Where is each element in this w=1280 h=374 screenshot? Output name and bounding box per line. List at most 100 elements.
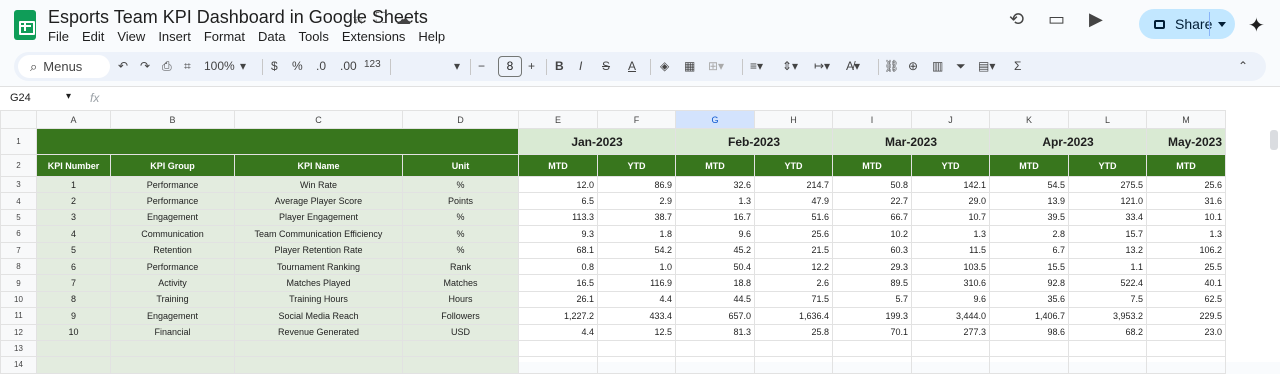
value-cell[interactable]: 1,406.7 bbox=[989, 307, 1069, 325]
collapse-toolbar-icon[interactable]: ⌃ bbox=[1238, 59, 1248, 73]
value-cell[interactable]: 2.6 bbox=[754, 274, 833, 292]
empty-cell[interactable] bbox=[754, 339, 833, 358]
filter-views-icon[interactable]: ▤▾ bbox=[978, 59, 995, 73]
empty-cell[interactable] bbox=[518, 339, 598, 358]
value-cell[interactable]: 32.6 bbox=[675, 175, 755, 194]
align-vertical-icon[interactable]: ⇕▾ bbox=[782, 59, 798, 73]
align-horizontal-icon[interactable]: ≡▾ bbox=[750, 59, 763, 73]
value-cell[interactable]: 89.5 bbox=[832, 274, 912, 292]
value-cell[interactable]: 25.5 bbox=[1146, 257, 1226, 276]
value-cell[interactable]: 214.7 bbox=[754, 175, 833, 194]
header-kpi-group[interactable]: KPI Group bbox=[110, 154, 235, 177]
value-cell[interactable]: 310.6 bbox=[911, 274, 990, 292]
empty-cell[interactable] bbox=[989, 339, 1069, 358]
unit-cell[interactable]: Rank bbox=[402, 257, 519, 276]
empty-cell[interactable] bbox=[234, 339, 403, 358]
kpi-name-cell[interactable]: Matches Played bbox=[234, 274, 403, 292]
value-cell[interactable]: 6.7 bbox=[989, 241, 1069, 259]
font-size-decrease[interactable]: − bbox=[478, 59, 485, 73]
empty-cell[interactable] bbox=[911, 356, 990, 374]
value-cell[interactable]: 54.5 bbox=[989, 175, 1069, 194]
kpi-name-cell[interactable]: Social Media Reach bbox=[234, 307, 403, 325]
kpi-group-cell[interactable]: Engagement bbox=[110, 208, 235, 227]
value-cell[interactable]: 62.5 bbox=[1146, 290, 1226, 309]
value-cell[interactable]: 25.6 bbox=[1146, 175, 1226, 194]
value-cell[interactable]: 92.8 bbox=[989, 274, 1069, 292]
value-cell[interactable]: 86.9 bbox=[597, 175, 676, 194]
empty-cell[interactable] bbox=[1068, 356, 1147, 374]
gemini-icon[interactable]: ✦ bbox=[1248, 13, 1265, 38]
kpi-group-cell[interactable]: Training bbox=[110, 290, 235, 309]
value-cell[interactable]: 68.2 bbox=[1068, 323, 1147, 341]
column-header-d[interactable]: D bbox=[402, 110, 519, 129]
column-header-g[interactable]: G bbox=[675, 110, 755, 129]
value-cell[interactable]: 142.1 bbox=[911, 175, 990, 194]
value-cell[interactable]: 1.3 bbox=[1146, 225, 1226, 243]
percent-button[interactable]: % bbox=[292, 59, 303, 73]
value-cell[interactable]: 13.2 bbox=[1068, 241, 1147, 259]
horizontal-scrollbar[interactable] bbox=[1270, 130, 1278, 150]
column-header-f[interactable]: F bbox=[597, 110, 676, 129]
row-header-7[interactable]: 7 bbox=[0, 241, 37, 259]
unit-cell[interactable]: Followers bbox=[402, 307, 519, 325]
empty-cell[interactable] bbox=[597, 339, 676, 358]
header-ytd[interactable]: YTD bbox=[1068, 154, 1147, 177]
value-cell[interactable]: 39.5 bbox=[989, 208, 1069, 227]
value-cell[interactable]: 10.1 bbox=[1146, 208, 1226, 227]
empty-cell[interactable] bbox=[110, 339, 235, 358]
value-cell[interactable]: 3,953.2 bbox=[1068, 307, 1147, 325]
kpi-group-cell[interactable]: Activity bbox=[110, 274, 235, 292]
value-cell[interactable]: 18.8 bbox=[675, 274, 755, 292]
menu-item-extensions[interactable]: Extensions bbox=[342, 29, 406, 44]
month-header[interactable]: May-2023 bbox=[1146, 128, 1226, 155]
value-cell[interactable]: 6.5 bbox=[518, 192, 598, 210]
kpi-number-cell[interactable]: 1 bbox=[36, 175, 111, 194]
value-cell[interactable]: 9.3 bbox=[518, 225, 598, 243]
value-cell[interactable]: 60.3 bbox=[832, 241, 912, 259]
row-header-8[interactable]: 8 bbox=[0, 257, 37, 276]
header-mtd[interactable]: MTD bbox=[1146, 154, 1226, 177]
row-header-13[interactable]: 13 bbox=[0, 339, 37, 358]
font-size-input[interactable]: 8 bbox=[498, 56, 522, 77]
value-cell[interactable]: 15.7 bbox=[1068, 225, 1147, 243]
value-cell[interactable]: 13.9 bbox=[989, 192, 1069, 210]
value-cell[interactable]: 1,636.4 bbox=[754, 307, 833, 325]
unit-cell[interactable]: % bbox=[402, 241, 519, 259]
value-cell[interactable]: 15.5 bbox=[989, 257, 1069, 276]
value-cell[interactable]: 54.2 bbox=[597, 241, 676, 259]
kpi-number-cell[interactable]: 3 bbox=[36, 208, 111, 227]
value-cell[interactable]: 1.1 bbox=[1068, 257, 1147, 276]
value-cell[interactable]: 7.5 bbox=[1068, 290, 1147, 309]
column-header-m[interactable]: M bbox=[1146, 110, 1226, 129]
value-cell[interactable]: 35.6 bbox=[989, 290, 1069, 309]
bold-button[interactable]: B bbox=[555, 59, 564, 73]
kpi-name-cell[interactable]: Revenue Generated bbox=[234, 323, 403, 341]
kpi-group-cell[interactable]: Performance bbox=[110, 192, 235, 210]
name-box-dropdown-icon[interactable]: ▾ bbox=[66, 91, 71, 102]
value-cell[interactable]: 45.2 bbox=[675, 241, 755, 259]
empty-cell[interactable] bbox=[1146, 339, 1226, 358]
unit-cell[interactable]: % bbox=[402, 208, 519, 227]
paint-format-icon[interactable]: ⌗ bbox=[184, 59, 191, 74]
kpi-number-cell[interactable]: 10 bbox=[36, 323, 111, 341]
value-cell[interactable]: 16.7 bbox=[675, 208, 755, 227]
kpi-name-cell[interactable]: Training Hours bbox=[234, 290, 403, 309]
unit-cell[interactable]: Points bbox=[402, 192, 519, 210]
value-cell[interactable]: 25.6 bbox=[754, 225, 833, 243]
move-folder-icon[interactable]: ⛶ bbox=[375, 10, 386, 28]
text-wrap-icon[interactable]: ↦▾ bbox=[814, 59, 830, 73]
row-header-1[interactable]: 1 bbox=[0, 128, 37, 155]
column-header-c[interactable]: C bbox=[234, 110, 403, 129]
value-cell[interactable]: 229.5 bbox=[1146, 307, 1226, 325]
search-menus[interactable]: ⌕ Menus bbox=[18, 55, 110, 78]
header-kpi-name[interactable]: KPI Name bbox=[234, 154, 403, 177]
font-dropdown-icon[interactable]: ▾ bbox=[454, 59, 460, 73]
cloud-status-icon[interactable]: ☁ bbox=[396, 10, 411, 28]
unit-cell[interactable]: Matches bbox=[402, 274, 519, 292]
value-cell[interactable]: 22.7 bbox=[832, 192, 912, 210]
empty-cell[interactable] bbox=[36, 339, 111, 358]
value-cell[interactable]: 103.5 bbox=[911, 257, 990, 276]
value-cell[interactable]: 433.4 bbox=[597, 307, 676, 325]
value-cell[interactable]: 40.1 bbox=[1146, 274, 1226, 292]
text-color-button[interactable]: A bbox=[628, 59, 636, 73]
